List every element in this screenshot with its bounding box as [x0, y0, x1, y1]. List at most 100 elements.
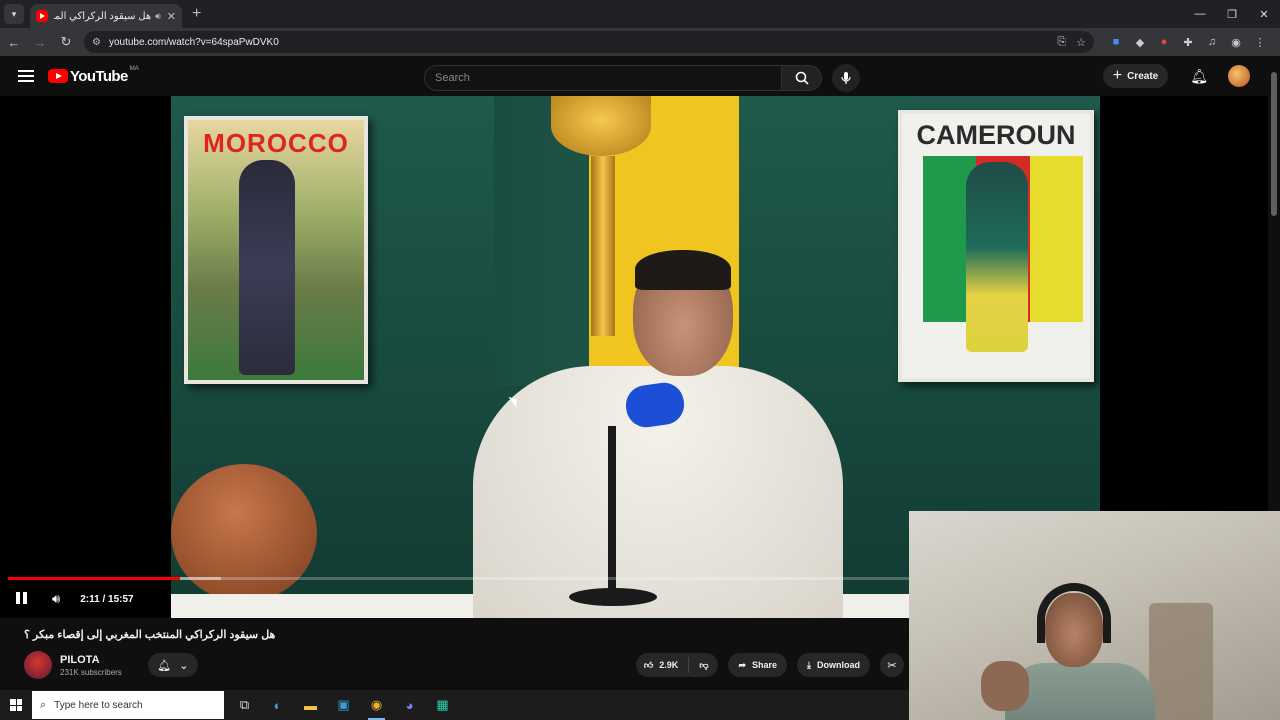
- player-figure: [966, 162, 1028, 352]
- subscriber-count: 231K subscribers: [60, 667, 122, 677]
- user-avatar[interactable]: [1228, 65, 1250, 87]
- tab-close-icon[interactable]: ✕: [167, 10, 176, 23]
- extensions-puzzle-icon[interactable]: ✚: [1176, 30, 1200, 54]
- like-dislike-group: 👍︎ 2.9K 👎︎: [635, 653, 719, 677]
- task-view-icon[interactable]: ⧉: [228, 690, 261, 720]
- restore-button[interactable]: ❐: [1216, 0, 1248, 28]
- start-button[interactable]: [0, 690, 32, 720]
- plus-icon: +: [1112, 67, 1123, 84]
- search-icon: [795, 71, 809, 85]
- taskbar-search-box[interactable]: ⌕ Type here to search: [32, 691, 224, 719]
- country-code: MA: [129, 65, 139, 72]
- youtube-header: YouTube MA Search + Create 🔔︎: [0, 56, 1280, 96]
- cameroun-poster-text: CAMEROUN: [916, 120, 1076, 150]
- hand: [981, 661, 1029, 711]
- leather-ball: [171, 464, 317, 602]
- share-button[interactable]: ➦ Share: [728, 653, 788, 677]
- window-controls: — ❐ ✕: [1184, 0, 1280, 28]
- translate-extension-icon[interactable]: ■: [1104, 30, 1128, 54]
- morocco-poster-text: MOROCCO: [203, 128, 349, 158]
- tab-search-button[interactable]: ▾: [4, 4, 24, 24]
- bookmark-star-icon[interactable]: ☆: [1076, 36, 1086, 49]
- windows-logo-icon: [10, 699, 22, 711]
- address-bar[interactable]: ⚙ youtube.com/watch?v=64spaPwDVK0 ⎘ ☆: [84, 31, 1094, 53]
- app-icon[interactable]: ▦: [426, 690, 459, 720]
- install-app-icon[interactable]: ⎘: [1057, 36, 1066, 49]
- youtube-logo[interactable]: YouTube MA: [48, 65, 139, 85]
- tab-title: هل سيقود الركراكي المنتخ: [54, 10, 152, 22]
- forward-arrow-icon[interactable]: →: [28, 30, 52, 54]
- trophy-cup: [551, 96, 651, 156]
- media-control-icon[interactable]: ♫: [1200, 30, 1224, 54]
- minimize-button[interactable]: —: [1184, 0, 1216, 28]
- video-title: هل سيقود الركراكي المنتخب المغربي إلى إق…: [24, 629, 276, 641]
- browser-menu-icon[interactable]: ⋮: [1248, 30, 1272, 54]
- header-actions: + Create 🔔︎: [1102, 64, 1250, 88]
- share-icon: ➦: [738, 659, 746, 670]
- goalkeeper-figure: [239, 160, 295, 375]
- dislike-button[interactable]: 👎︎: [689, 660, 718, 671]
- volume-icon[interactable]: 🔊︎: [52, 591, 60, 607]
- cameroun-poster: CAMEROUN: [898, 110, 1094, 382]
- notifications-bell-icon[interactable]: 🔔︎: [1190, 68, 1208, 85]
- window-close-button[interactable]: ✕: [1248, 0, 1280, 28]
- like-button[interactable]: 👍︎ 2.9K: [636, 657, 690, 673]
- video-actions: 👍︎ 2.9K 👎︎ ➦ Share ⤓ Download ✂: [635, 650, 904, 680]
- hamburger-menu-icon[interactable]: [18, 70, 34, 82]
- scissors-icon: ✂: [887, 659, 897, 672]
- thumbs-up-icon: 👍︎: [643, 659, 654, 670]
- subscription-bell-button[interactable]: 🔔︎ ⌄: [147, 653, 198, 677]
- share-label: Share: [752, 660, 778, 670]
- audio-playing-icon[interactable]: 🔊︎: [155, 11, 161, 22]
- download-icon: ⤓: [807, 659, 811, 670]
- chair: [1149, 603, 1213, 720]
- file-explorer-icon[interactable]: ▬: [294, 690, 327, 720]
- discord-icon[interactable]: ◕: [393, 690, 426, 720]
- pause-button[interactable]: [16, 592, 30, 606]
- search-bar: Search: [424, 64, 860, 92]
- url-text[interactable]: youtube.com/watch?v=64spaPwDVK0: [109, 37, 1047, 48]
- search-button[interactable]: [782, 65, 822, 91]
- extension-diamond-icon[interactable]: ◆: [1128, 30, 1152, 54]
- new-tab-button[interactable]: +: [192, 5, 201, 23]
- mic-stand: [608, 426, 616, 596]
- site-info-icon[interactable]: ⚙: [92, 37, 101, 48]
- clip-button[interactable]: ✂: [880, 653, 904, 677]
- youtube-favicon-icon: [36, 10, 48, 22]
- mic-base: [569, 588, 657, 606]
- headset: [1037, 583, 1111, 643]
- like-count: 2.9K: [659, 660, 679, 670]
- windows-taskbar: ⌕ Type here to search ⧉ ◐ ▬ ▣ ◉ ◕ ▦: [0, 690, 909, 720]
- channel-avatar[interactable]: [24, 651, 52, 679]
- webcam-overlay: [909, 511, 1280, 720]
- search-icon: ⌕: [40, 698, 47, 711]
- edge-icon[interactable]: ◐: [261, 690, 294, 720]
- back-arrow-icon[interactable]: ←: [2, 30, 26, 54]
- download-button[interactable]: ⤓ Download: [797, 653, 870, 677]
- youtube-play-logo-icon: [48, 69, 68, 83]
- browser-tab-youtube[interactable]: هل سيقود الركراكي المنتخ 🔊︎ ✕: [30, 4, 182, 28]
- channel-name[interactable]: PILOTA: [60, 654, 122, 666]
- channel-info: PILOTA 231K subscribers: [60, 654, 122, 677]
- scrollbar-thumb[interactable]: [1271, 72, 1277, 216]
- voice-search-button[interactable]: [832, 64, 860, 92]
- extension-red-icon[interactable]: ●: [1152, 30, 1176, 54]
- thumbs-down-icon: 👎︎: [699, 659, 709, 670]
- microphone-icon: [841, 72, 851, 84]
- chrome-icon[interactable]: ◉: [360, 690, 393, 720]
- bell-icon: 🔔︎: [157, 659, 172, 672]
- channel-row: PILOTA 231K subscribers 🔔︎ ⌄ 👍︎ 2.9K 👎︎ …: [24, 650, 904, 680]
- time-display: 2:11 / 15:57: [80, 593, 134, 605]
- morocco-poster: MOROCCO: [184, 116, 368, 384]
- extensions-area: ■ ◆ ● ✚ ♫ ◉ ⋮: [1104, 30, 1272, 54]
- browser-toolbar: ← → ↻ ⚙ youtube.com/watch?v=64spaPwDVK0 …: [0, 28, 1280, 56]
- profile-icon[interactable]: ◉: [1224, 30, 1248, 54]
- download-label: Download: [817, 660, 860, 670]
- reload-icon[interactable]: ↻: [54, 30, 78, 54]
- youtube-wordmark: YouTube: [70, 67, 128, 85]
- taskbar-apps: ⧉ ◐ ▬ ▣ ◉ ◕ ▦: [228, 690, 459, 720]
- search-input[interactable]: Search: [424, 65, 782, 91]
- played-bar: [8, 577, 180, 580]
- store-icon[interactable]: ▣: [327, 690, 360, 720]
- create-button[interactable]: + Create: [1102, 64, 1169, 88]
